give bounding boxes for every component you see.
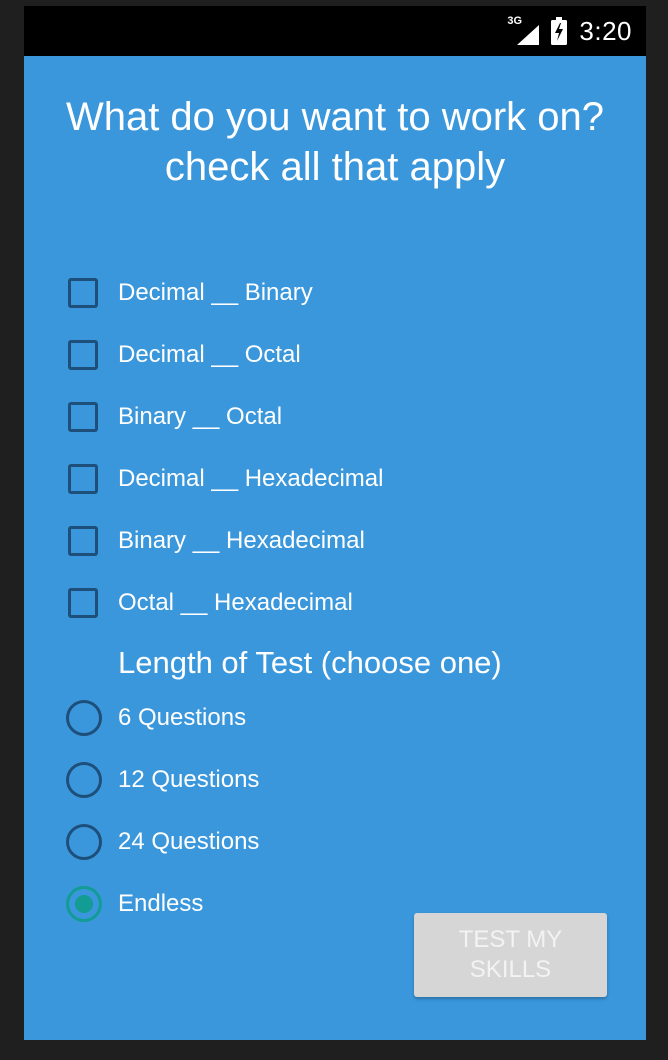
radio-6-questions[interactable]: 6 Questions: [66, 697, 246, 739]
status-icons: 3G 3:20: [507, 6, 632, 56]
status-time: 3:20: [579, 15, 632, 46]
radio-button[interactable]: [66, 762, 102, 798]
app-content: What do you want to work on? check all t…: [24, 56, 646, 1040]
checkbox-box[interactable]: [68, 402, 98, 432]
checkbox-label: Binary __ Octal: [118, 403, 283, 430]
checkbox-decimal-octal[interactable]: Decimal __ Octal: [68, 335, 301, 375]
radio-24-questions[interactable]: 24 Questions: [66, 821, 259, 863]
checkbox-label: Decimal __ Binary: [118, 279, 313, 306]
status-bar: 3G 3:20: [24, 6, 646, 56]
signal-icon: 3G: [507, 15, 540, 45]
radio-12-questions[interactable]: 12 Questions: [66, 759, 259, 801]
checkbox-label: Decimal __ Octal: [118, 341, 301, 368]
radio-label: 24 Questions: [118, 828, 260, 855]
radio-button-selected[interactable]: [66, 886, 102, 922]
radio-button[interactable]: [66, 824, 102, 860]
checkbox-label: Binary __ Hexadecimal: [118, 527, 365, 554]
checkbox-binary-octal[interactable]: Binary __ Octal: [68, 397, 282, 437]
device-screen: 3G 3:20 What do you want to work on? che…: [24, 6, 646, 1040]
radio-label: 12 Questions: [118, 766, 260, 793]
checkbox-box[interactable]: [68, 526, 98, 556]
page-title: What do you want to work on? check all t…: [65, 95, 605, 189]
test-my-skills-button[interactable]: TEST MY SKILLS: [414, 913, 607, 997]
battery-charging-icon: [551, 17, 568, 45]
checkbox-label: Decimal __ Hexadecimal: [118, 465, 384, 492]
radio-label: 6 Questions: [118, 704, 247, 731]
checkbox-box[interactable]: [68, 588, 98, 618]
checkbox-label: Octal __ Hexadecimal: [118, 589, 353, 616]
radio-endless[interactable]: Endless: [66, 883, 203, 925]
length-section-title: Length of Test (choose one): [118, 645, 502, 680]
radio-button[interactable]: [66, 700, 102, 736]
checkbox-decimal-hexadecimal[interactable]: Decimal __ Hexadecimal: [68, 459, 383, 499]
checkbox-box[interactable]: [68, 340, 98, 370]
radio-label: Endless: [118, 890, 204, 917]
checkbox-box[interactable]: [68, 464, 98, 494]
checkbox-decimal-binary[interactable]: Decimal __ Binary: [68, 273, 313, 313]
checkbox-binary-hexadecimal[interactable]: Binary __ Hexadecimal: [68, 521, 365, 561]
checkbox-octal-hexadecimal[interactable]: Octal __ Hexadecimal: [68, 583, 353, 623]
checkbox-box[interactable]: [68, 278, 98, 308]
